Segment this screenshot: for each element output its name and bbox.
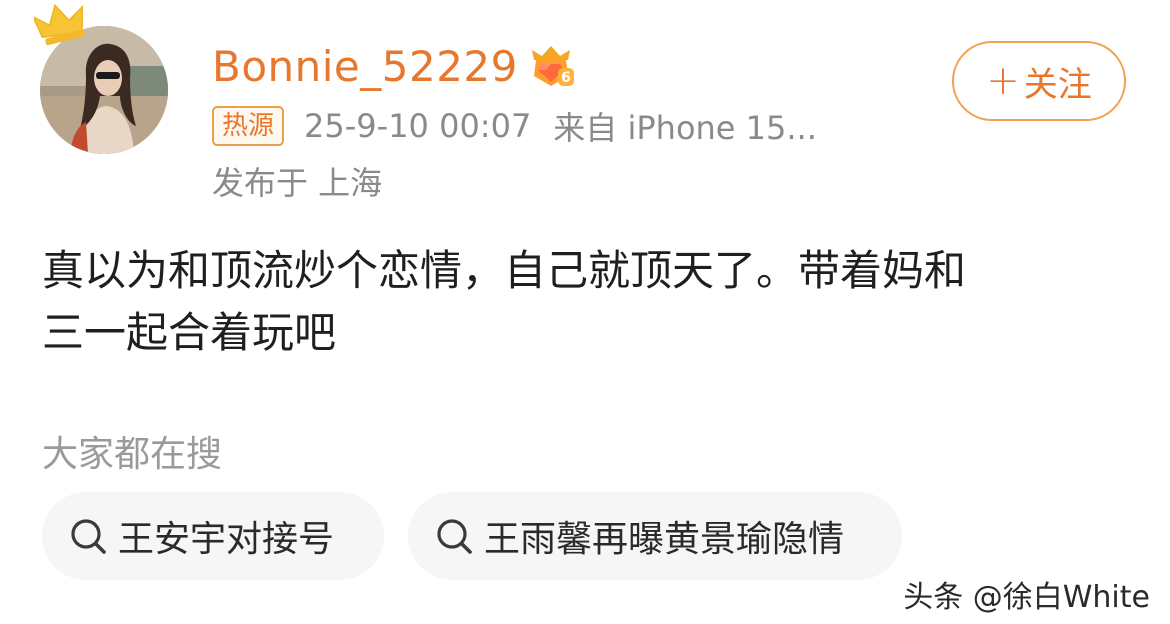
post-content: 真以为和顶流炒个恋情，自己就顶天了。带着妈和 三一起合着玩吧 (42, 240, 1132, 364)
post-location: 发布于 上海 (212, 164, 383, 202)
vip-level-6-icon[interactable]: 6 (528, 44, 574, 88)
svg-text:6: 6 (561, 70, 571, 86)
search-suggestion-chip[interactable]: 王安宇对接号 (42, 492, 384, 580)
author-avatar[interactable] (34, 3, 168, 154)
crown-icon (34, 3, 85, 46)
trending-search-title: 大家都在搜 (42, 434, 223, 475)
follow-label: 关注 (1023, 64, 1092, 105)
search-suggestion-label: 王安宇对接号 (118, 519, 335, 560)
post-content-line: 三一起合着玩吧 (42, 308, 337, 357)
author-username[interactable]: Bonnie_52229 (212, 42, 518, 91)
search-icon (71, 519, 106, 554)
follow-button[interactable]: + 关注 (952, 41, 1126, 121)
plus-icon: + (986, 58, 1020, 104)
search-suggestion-chip[interactable]: 王雨馨再曝黄景瑜隐情 (408, 492, 902, 580)
search-suggestion-label: 王雨馨再曝黄景瑜隐情 (484, 519, 845, 560)
username-row: Bonnie_52229 6 (212, 38, 574, 94)
post-time: 25-9-10 00:07 (304, 107, 532, 145)
post-source: 来自 iPhone 15... (553, 109, 817, 147)
weibo-post-card: Bonnie_52229 6 热源 25-9-10 00:07 来自 iPhon… (0, 0, 1170, 624)
search-icon (437, 519, 472, 554)
post-meta: 热源 25-9-10 00:07 来自 iPhone 15... (212, 104, 817, 148)
hot-source-badge[interactable]: 热源 (212, 106, 285, 146)
watermark: 头条 @徐白White (903, 580, 1150, 615)
post-content-line: 真以为和顶流炒个恋情，自己就顶天了。带着妈和 (42, 246, 967, 295)
